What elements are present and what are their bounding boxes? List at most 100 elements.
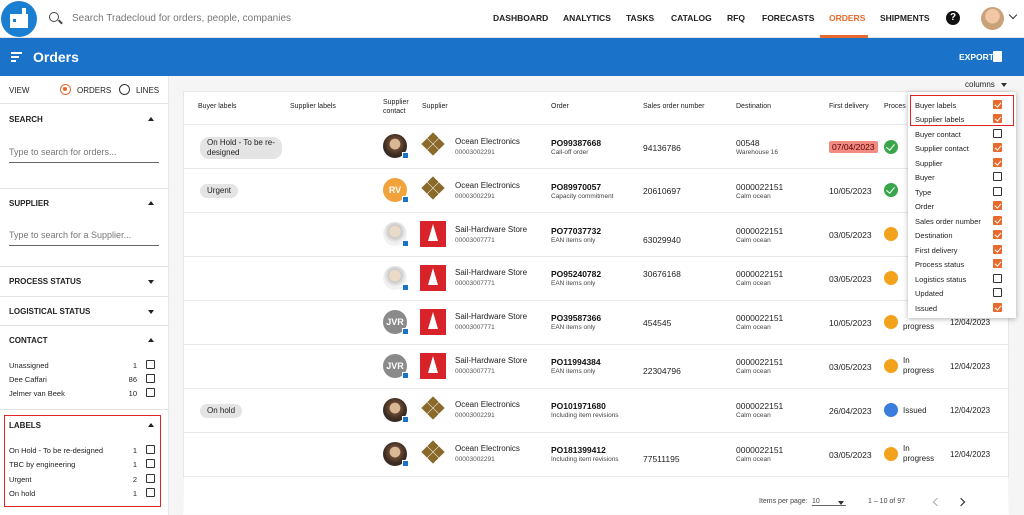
col-header-sales-order-number[interactable]: Sales order number	[643, 103, 704, 110]
column-option-checkbox[interactable]	[993, 158, 1002, 167]
column-option-checkbox[interactable]	[993, 129, 1002, 138]
column-option-checkbox[interactable]	[993, 114, 1002, 123]
column-option-label[interactable]: Buyer	[915, 173, 935, 182]
expand-icon[interactable]	[148, 280, 154, 284]
supplier-name[interactable]: Ocean Electronics	[455, 444, 520, 453]
supplier-name[interactable]: Sail-Hardware Store	[455, 356, 527, 365]
nav-shipments[interactable]: SHIPMENTS	[880, 13, 930, 23]
col-header-supplier-contact[interactable]: Supplier	[383, 98, 409, 107]
column-option-label[interactable]: Supplier contact	[915, 144, 969, 153]
col-header-supplier[interactable]: Supplier	[422, 103, 448, 110]
contact-avatar[interactable]	[383, 442, 409, 467]
view-orders-radio[interactable]	[60, 84, 71, 95]
label-filter-checkbox[interactable]	[146, 459, 155, 468]
contact-checkbox[interactable]	[146, 388, 155, 397]
column-option-label[interactable]: Supplier labels	[915, 115, 964, 124]
nav-forecasts[interactable]: FORECASTS	[762, 13, 814, 23]
supplier-name[interactable]: Ocean Electronics	[455, 400, 520, 409]
contact-avatar[interactable]	[383, 398, 409, 423]
supplier-name[interactable]: Sail-Hardware Store	[455, 225, 527, 234]
logistical-status-heading[interactable]: LOGISTICAL STATUS	[9, 307, 90, 316]
order-number[interactable]: PO39587366	[551, 313, 601, 323]
contact-section-heading[interactable]: CONTACT	[9, 336, 48, 345]
supplier-name[interactable]: Sail-Hardware Store	[455, 268, 527, 277]
search-icon[interactable]	[49, 12, 59, 22]
buyer-label-chip[interactable]: Urgent	[200, 184, 239, 198]
column-option-checkbox[interactable]	[993, 274, 1002, 283]
column-option-label[interactable]: First delivery	[915, 246, 958, 255]
nav-rfq[interactable]: RFQ	[727, 13, 745, 23]
column-option-label[interactable]: Process status	[915, 260, 964, 269]
order-number[interactable]: PO11994384	[551, 357, 601, 367]
user-avatar[interactable]	[981, 7, 1004, 30]
order-number[interactable]: PO95240782	[551, 269, 601, 279]
view-lines-label[interactable]: LINES	[136, 86, 159, 95]
column-option-checkbox[interactable]	[993, 172, 1002, 181]
column-option-checkbox[interactable]	[993, 143, 1002, 152]
column-option-label[interactable]: Destination	[915, 231, 953, 240]
column-option-label[interactable]: Buyer contact	[915, 130, 961, 139]
label-filter-checkbox[interactable]	[146, 474, 155, 483]
help-icon[interactable]: ?	[946, 11, 960, 25]
col-header-first-delivery[interactable]: First delivery	[829, 103, 869, 110]
col-header-order[interactable]: Order	[551, 103, 569, 110]
expand-icon[interactable]	[148, 310, 154, 314]
contact-avatar[interactable]: JVR	[383, 354, 409, 379]
column-option-checkbox[interactable]	[993, 245, 1002, 254]
nav-analytics[interactable]: ANALYTICS	[563, 13, 611, 23]
nav-tasks[interactable]: TASKS	[626, 13, 654, 23]
supplier-name[interactable]: Ocean Electronics	[455, 137, 520, 146]
column-option-checkbox[interactable]	[993, 216, 1002, 225]
order-number[interactable]: PO99387668	[551, 138, 601, 148]
view-orders-label[interactable]: ORDERS	[77, 86, 111, 95]
nav-dashboard[interactable]: DASHBOARD	[493, 13, 548, 23]
order-number[interactable]: PO181399412	[551, 445, 606, 455]
label-filter-checkbox[interactable]	[146, 488, 155, 497]
label-filter-checkbox[interactable]	[146, 445, 155, 454]
search-section-heading[interactable]: SEARCH	[9, 115, 43, 124]
col-header-process-status[interactable]: Proces	[884, 103, 906, 110]
order-number[interactable]: PO77037732	[551, 226, 601, 236]
supplier-search-input[interactable]: Type to search for a Supplier...	[9, 230, 159, 246]
column-option-label[interactable]: Sales order number	[915, 217, 981, 226]
export-button[interactable]: EXPORT	[959, 52, 994, 62]
column-option-label[interactable]: Type	[915, 188, 931, 197]
labels-section-heading[interactable]: LABELS	[9, 421, 41, 430]
column-option-label[interactable]: Supplier	[915, 159, 943, 168]
caret-down-icon[interactable]	[838, 501, 844, 505]
collapse-icon[interactable]	[148, 117, 154, 121]
column-option-checkbox[interactable]	[993, 230, 1002, 239]
contact-avatar[interactable]: JVR	[383, 310, 409, 335]
view-lines-radio[interactable]	[119, 84, 130, 95]
contact-avatar[interactable]	[383, 266, 409, 291]
column-option-checkbox[interactable]	[993, 187, 1002, 196]
column-option-checkbox[interactable]	[993, 100, 1002, 109]
column-option-label[interactable]: Logistics status	[915, 275, 966, 284]
caret-down-icon[interactable]	[1001, 83, 1007, 87]
process-status-heading[interactable]: PROCESS STATUS	[9, 277, 81, 286]
order-number[interactable]: PO101971680	[551, 401, 606, 411]
col-header-supplier-contact-2[interactable]: contact	[383, 107, 406, 116]
column-option-checkbox[interactable]	[993, 201, 1002, 210]
column-option-label[interactable]: Issued	[915, 304, 937, 313]
contact-checkbox[interactable]	[146, 360, 155, 369]
buyer-label-chip[interactable]: On hold	[200, 404, 243, 418]
col-header-destination[interactable]: Destination	[736, 103, 771, 110]
buyer-label-chip[interactable]: On Hold - To be re-designed	[200, 137, 282, 159]
collapse-icon[interactable]	[148, 338, 154, 342]
contact-avatar[interactable]: RV	[383, 178, 409, 203]
order-search-input[interactable]: Type to search for orders...	[9, 147, 159, 163]
supplier-name[interactable]: Sail-Hardware Store	[455, 312, 527, 321]
global-search-input[interactable]: Search Tradecloud for orders, people, co…	[72, 13, 291, 24]
nav-orders[interactable]: ORDERS	[829, 13, 865, 23]
column-option-label[interactable]: Buyer labels	[915, 101, 956, 110]
column-option-label[interactable]: Updated	[915, 289, 943, 298]
supplier-section-heading[interactable]: SUPPLIER	[9, 199, 49, 208]
contact-avatar[interactable]	[383, 222, 409, 247]
column-option-checkbox[interactable]	[993, 259, 1002, 268]
collapse-icon[interactable]	[148, 201, 154, 205]
col-header-supplier-labels[interactable]: Supplier labels	[290, 103, 336, 110]
filter-menu-icon[interactable]	[11, 52, 22, 64]
order-number[interactable]: PO89970057	[551, 182, 601, 192]
contact-avatar[interactable]	[383, 134, 409, 159]
